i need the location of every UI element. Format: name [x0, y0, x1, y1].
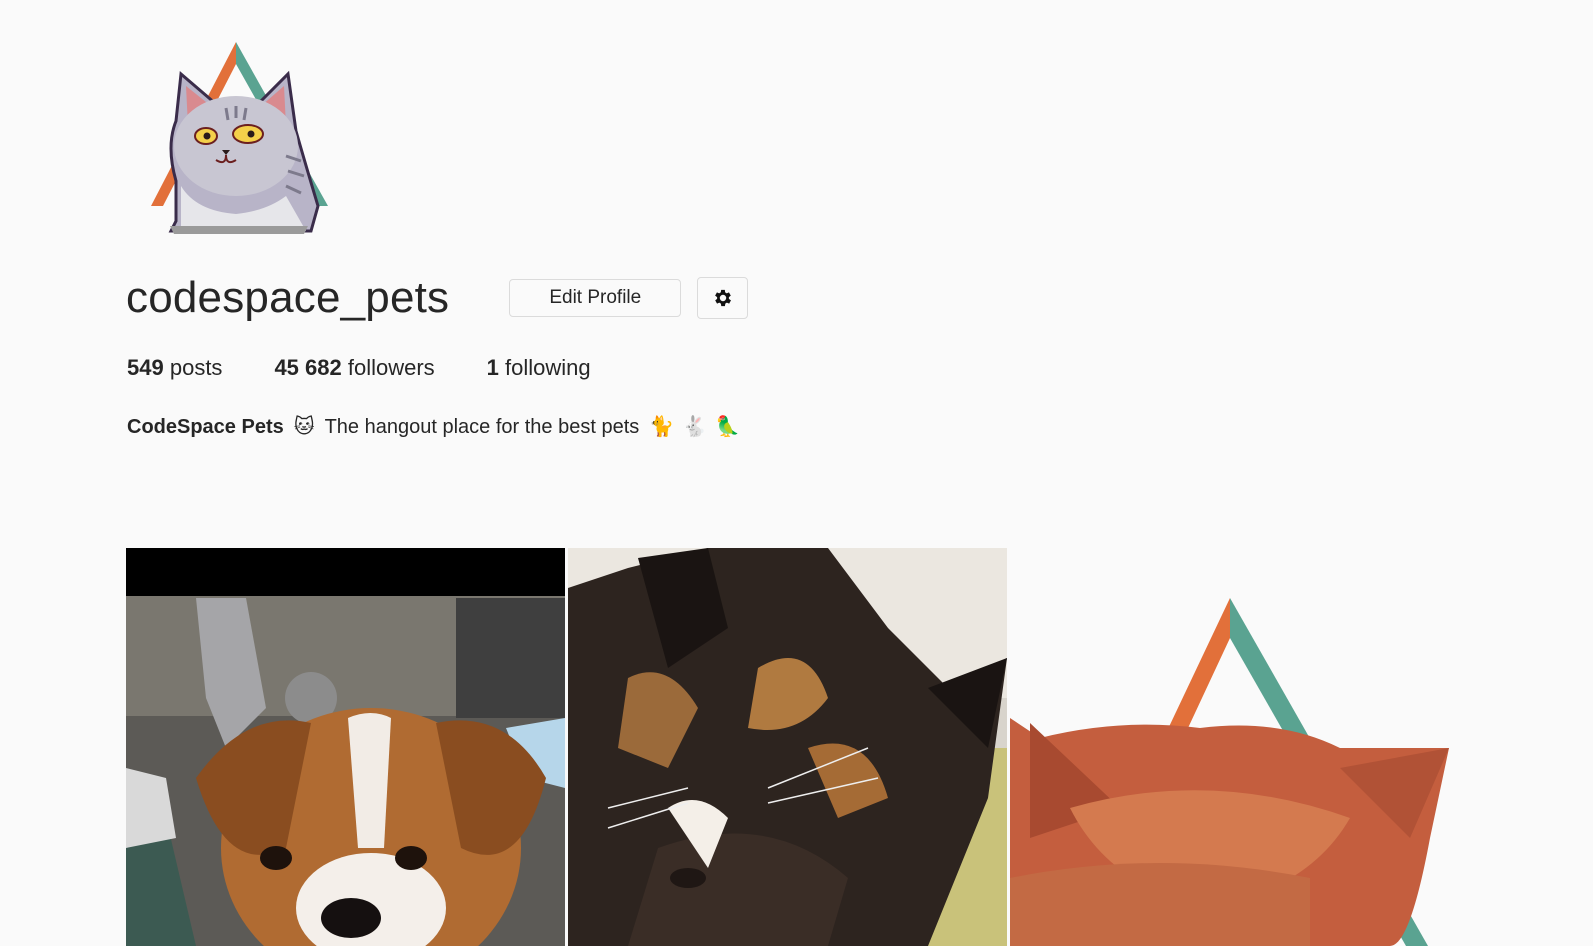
orange-cat-photo: [1010, 548, 1449, 946]
following-stat[interactable]: 1 following: [487, 352, 591, 384]
profile-bio: CodeSpace Pets 🐱 The hangout place for t…: [127, 412, 744, 442]
posts-grid: [126, 548, 1449, 946]
following-count: 1: [486, 355, 499, 380]
followers-count: 45 682: [274, 355, 342, 380]
followers-label: followers: [347, 355, 435, 380]
following-label: following: [505, 355, 591, 380]
followers-stat[interactable]: 45 682 followers: [274, 352, 434, 384]
bird-emoji-icon: 🦜: [715, 416, 740, 438]
edit-profile-button[interactable]: Edit Profile: [509, 279, 682, 317]
posts-count: 549: [127, 355, 164, 380]
posts-label: posts: [169, 355, 223, 380]
rabbit-emoji-icon: 🐇: [682, 416, 708, 438]
post-tile[interactable]: [1010, 548, 1449, 946]
profile-avatar[interactable]: [136, 36, 336, 236]
gear-icon: [714, 289, 731, 307]
profile-page: codespace_pets Edit Profile 549 posts 45…: [0, 0, 1593, 946]
profile-stats: 549 posts 45 682 followers 1 following: [127, 352, 643, 384]
cat-face-emoji-icon: 🐱: [293, 416, 315, 438]
settings-button[interactable]: [697, 277, 749, 319]
calico-cat-photo: [568, 548, 1007, 946]
cat-emoji-icon: 🐈: [649, 416, 675, 438]
profile-header: codespace_pets Edit Profile: [126, 268, 749, 328]
dog-photo: [126, 548, 565, 946]
post-tile[interactable]: [126, 548, 565, 946]
bio-name: CodeSpace Pets: [127, 416, 284, 438]
cat-logo-icon: [151, 42, 328, 234]
post-tile[interactable]: [568, 548, 1007, 946]
profile-username: codespace_pets: [126, 273, 450, 322]
bio-text: The hangout place for the best pets: [324, 416, 640, 438]
posts-stat[interactable]: 549 posts: [127, 352, 222, 384]
